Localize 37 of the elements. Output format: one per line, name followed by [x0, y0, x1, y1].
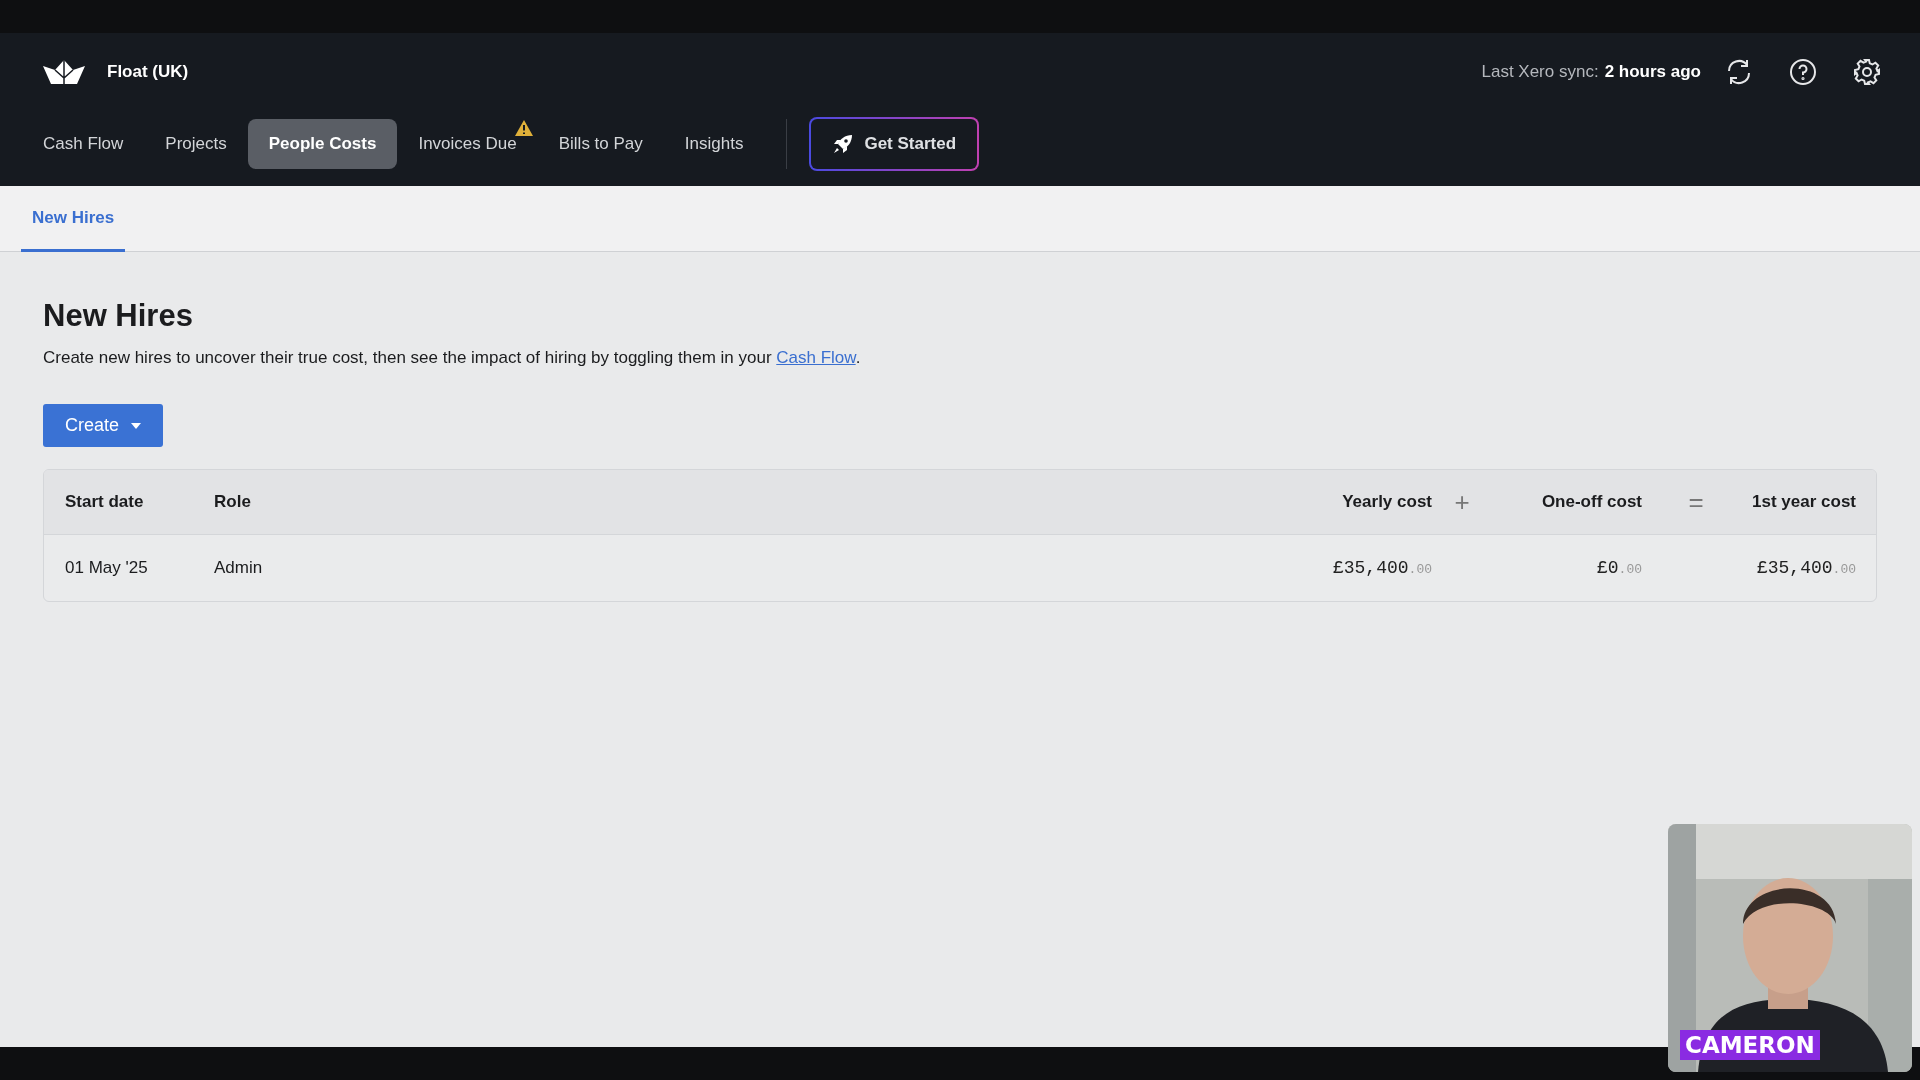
amount-cell-text: £35,400.00 — [1755, 558, 1856, 578]
column-header: Yearly cost — [1341, 492, 1432, 512]
company-name: Float (UK) — [107, 62, 189, 82]
nav-tab[interactable]: Bills to Pay — [537, 119, 664, 169]
nav-tab[interactable]: People Costs — [247, 119, 398, 169]
settings-button[interactable] — [1853, 58, 1881, 86]
amount-cell-text: £35,400.00 — [1331, 558, 1432, 578]
name-label: CAMERON — [1680, 1030, 1820, 1060]
table-cell-text: 01 May '25 — [65, 558, 149, 578]
rocket-icon — [832, 133, 855, 155]
amount-cell-text: £0.00 — [1596, 558, 1643, 578]
paper-boat-logo — [43, 60, 85, 84]
sync-button[interactable] — [1725, 58, 1753, 86]
help-button[interactable] — [1789, 58, 1817, 86]
operator-sign: + — [1453, 486, 1471, 518]
help-icon — [1789, 58, 1817, 86]
sync-label: Last Xero sync: — [1481, 62, 1599, 82]
column-header: Role — [214, 492, 252, 512]
settings-icon — [1853, 58, 1881, 86]
column-header: 1st year cost — [1751, 492, 1856, 512]
sync-time: 2 hours ago — [1604, 62, 1701, 82]
nav-tab[interactable]: Insights — [663, 119, 765, 169]
get-started-button[interactable]: Get Started — [809, 117, 980, 171]
nav-tab[interactable]: Cash Flow — [22, 119, 145, 169]
caret-icon — [131, 422, 142, 429]
nav-tab[interactable]: Projects — [144, 119, 248, 169]
column-header: Start date — [65, 492, 145, 512]
table-cell-text: Admin — [214, 558, 264, 578]
cash-flow-link[interactable]: Cash Flow — [776, 348, 856, 367]
nav-tab[interactable]: Invoices Due — [397, 119, 538, 169]
refresh-icon — [1725, 58, 1753, 86]
page-title: New Hires — [43, 298, 194, 334]
operator-sign: = — [1687, 486, 1705, 518]
column-header: One-off cost — [1540, 492, 1643, 512]
create-button[interactable]: Create — [43, 404, 164, 447]
sub-tab[interactable]: New Hires — [21, 186, 126, 252]
page-description: Create new hires to uncover their true cost, then see the impact of hiring by toggling them in your Cash Flow. — [43, 348, 862, 368]
